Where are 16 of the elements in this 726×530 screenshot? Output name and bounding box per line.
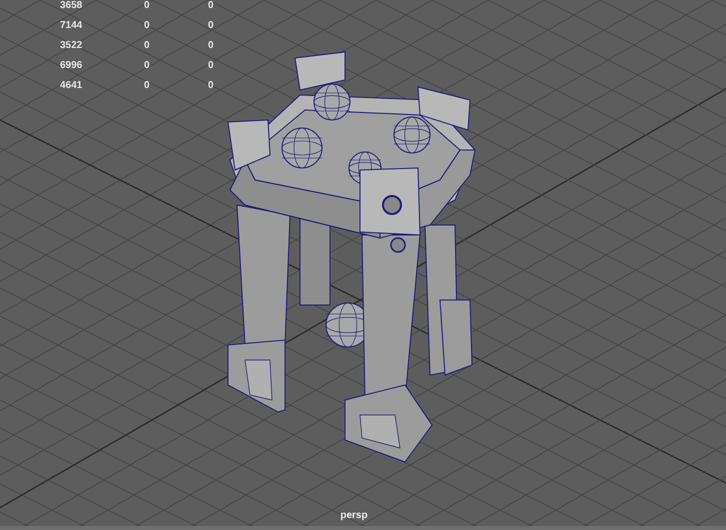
- statistic-value: 0: [144, 0, 150, 10]
- statistic-value: 4641: [60, 80, 82, 90]
- statistic-value: 3522: [60, 40, 82, 50]
- statistic-value: 0: [208, 80, 214, 90]
- statistic-value: 0: [208, 20, 214, 30]
- statistic-value: 0: [208, 0, 214, 10]
- statistic-value: 0: [208, 40, 214, 50]
- statistic-value: 0: [144, 80, 150, 90]
- statistic-value: 3658: [60, 0, 82, 10]
- statistic-value: 0: [144, 60, 150, 70]
- camera-label: persp: [340, 510, 368, 522]
- statistic-value: 0: [144, 40, 150, 50]
- statistic-value: 0: [208, 60, 214, 70]
- statistic-value: 0: [144, 20, 150, 30]
- statistic-value: 7144: [60, 20, 82, 30]
- statistic-value: 6996: [60, 60, 82, 70]
